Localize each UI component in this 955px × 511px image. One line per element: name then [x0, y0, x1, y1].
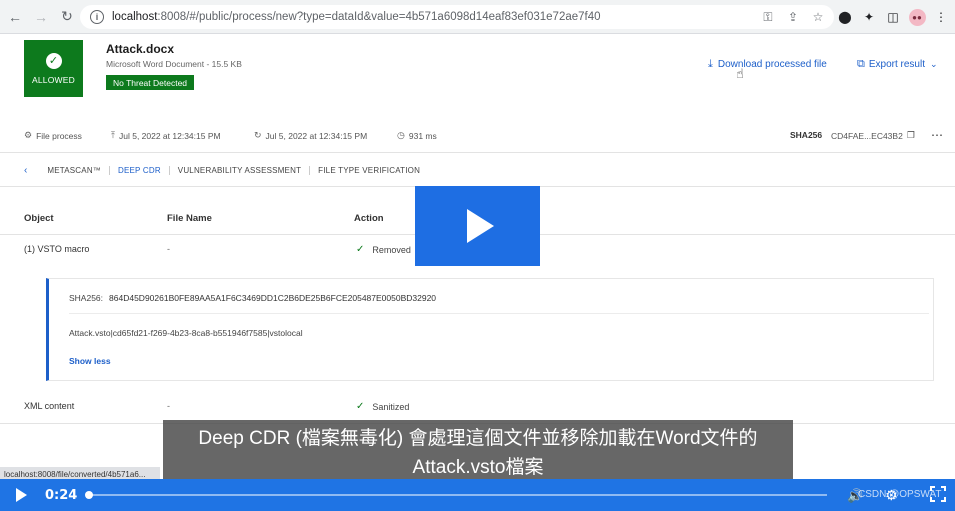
sidebar-icon[interactable]: ◫ [883, 8, 903, 26]
divider [69, 313, 929, 314]
upload-icon: ⤒ [111, 130, 115, 140]
check-circle-icon: ✓ [45, 52, 62, 69]
watermark: CSDN @OPSWAT [858, 489, 942, 500]
verdict-label: ALLOWED [32, 74, 75, 85]
chevron-left-icon[interactable]: ‹ [24, 165, 27, 176]
reload-icon[interactable]: ↻ [56, 6, 78, 28]
divider [0, 152, 955, 153]
video-subtitle: Deep CDR (檔案無毒化) 會處理這個文件並移除加載在Word文件的 At… [163, 420, 793, 482]
verdict-badge: ✓ ALLOWED [24, 40, 83, 97]
settings-gear-icon[interactable]: ⚙ [885, 487, 898, 504]
column-header-action: Action [354, 213, 384, 224]
chevron-down-icon: ⌄ [930, 59, 938, 69]
tab-vulnerability-assessment[interactable]: VULNERABILITY ASSESSMENT [170, 165, 311, 175]
table-row-action: ✓ Removed [356, 244, 411, 255]
table-row-object[interactable]: (1) VSTO macro [24, 244, 89, 254]
subtitle-line-1: Deep CDR (檔案無毒化) 會處理這個文件並移除加載在Word文件的 [198, 428, 758, 449]
video-play-overlay-button[interactable] [415, 186, 540, 266]
start-time: ⤒ Jul 5, 2022 at 12:34:15 PM [111, 130, 221, 141]
file-meta: Microsoft Word Document - 15.5 KB [106, 59, 242, 69]
tab-metascan[interactable]: METASCAN™ [39, 165, 110, 175]
file-name: Attack.docx [106, 42, 175, 56]
fullscreen-icon[interactable] [930, 486, 946, 502]
detail-path: Attack.vsto|cd65fd21-f269-4b23-8ca8-b551… [69, 328, 303, 338]
video-control-bar: 0:24 🔊 CSDN @OPSWAT ⚙ [0, 479, 955, 511]
avatar-icon: ●● [908, 8, 926, 26]
clock-icon: ◷ [397, 130, 405, 140]
play-icon[interactable] [16, 488, 27, 502]
export-icon: ⧉ [857, 58, 865, 70]
share-icon[interactable]: ⇪ [783, 8, 803, 26]
progress-bar[interactable] [85, 491, 827, 499]
subtitle-line-2: Attack.vsto檔案 [412, 457, 544, 478]
process-icon: ⚙ [24, 130, 33, 140]
column-header-object: Object [24, 213, 54, 224]
play-icon [467, 209, 494, 243]
column-header-file-name: File Name [167, 213, 212, 224]
process-meta-row: ⚙ File process ⤒ Jul 5, 2022 at 12:34:15… [24, 128, 944, 144]
current-time: 0:24 [45, 487, 78, 503]
show-less-link[interactable]: Show less [69, 356, 111, 366]
detail-sha: SHA256: 864D45D90261B0FE89AA5A1F6C3469DD1… [69, 293, 437, 303]
check-icon: ✓ [356, 244, 365, 255]
threat-status-badge: No Threat Detected [106, 75, 195, 90]
tab-file-type-verification[interactable]: FILE TYPE VERIFICATION [310, 166, 428, 175]
sha-value: CD4FAE...EC43B2 ❐ [831, 130, 915, 141]
table-row-object[interactable]: XML content [24, 401, 74, 411]
download-icon: ⤓ [708, 58, 713, 70]
extension-o-icon[interactable]: ⬤ [835, 8, 855, 26]
tab-deep-cdr[interactable]: DEEP CDR [110, 165, 170, 175]
check-icon: ✓ [356, 401, 365, 412]
detail-panel: SHA256: 864D45D90261B0FE89AA5A1F6C3469DD1… [46, 278, 934, 381]
engine-tabs: ‹ METASCAN™ DEEP CDR VULNERABILITY ASSES… [24, 163, 428, 177]
puzzle-icon[interactable]: ✦ [859, 8, 879, 26]
site-info-icon[interactable]: i [90, 10, 104, 24]
end-time: ↻ Jul 5, 2022 at 12:34:15 PM [254, 130, 368, 141]
table-row-file-name: - [167, 401, 170, 411]
copy-icon[interactable]: ❐ [907, 130, 915, 141]
forward-arrow-icon[interactable]: → [30, 6, 52, 28]
back-arrow-icon[interactable]: ← [4, 6, 26, 28]
download-processed-file-link[interactable]: ⤓ Download processed file [708, 58, 827, 71]
process-type: ⚙ File process [24, 130, 82, 141]
progress-handle[interactable] [85, 491, 94, 499]
export-label: Export result [868, 59, 925, 70]
url-path: :8008/#/public/process/new?type=dataId&v… [157, 11, 601, 23]
profile-avatar[interactable]: ●● [907, 8, 927, 26]
table-row-action: ✓ Sanitized [356, 401, 410, 412]
star-icon[interactable]: ☆ [808, 8, 828, 26]
menu-kebab-icon[interactable]: ⋮ [931, 8, 951, 26]
address-bar[interactable]: i localhost:8008/#/public/process/new?ty… [80, 5, 834, 29]
table-row-file-name: - [167, 244, 170, 254]
browser-toolbar: ← → ↻ i localhost:8008/#/public/process/… [0, 0, 955, 34]
export-result-button[interactable]: ⧉ Export result ⌄ [857, 58, 938, 71]
key-icon[interactable]: ⚿ [758, 8, 778, 26]
duration: ◷ 931 ms [397, 130, 437, 141]
more-options-icon[interactable]: ⋯ [931, 128, 944, 142]
download-label: Download processed file [717, 59, 827, 70]
sha-label: SHA256 [790, 130, 823, 140]
url-host: localhost [112, 11, 158, 23]
hand-cursor-icon: ☝ [736, 66, 744, 81]
sync-icon: ↻ [254, 130, 262, 140]
